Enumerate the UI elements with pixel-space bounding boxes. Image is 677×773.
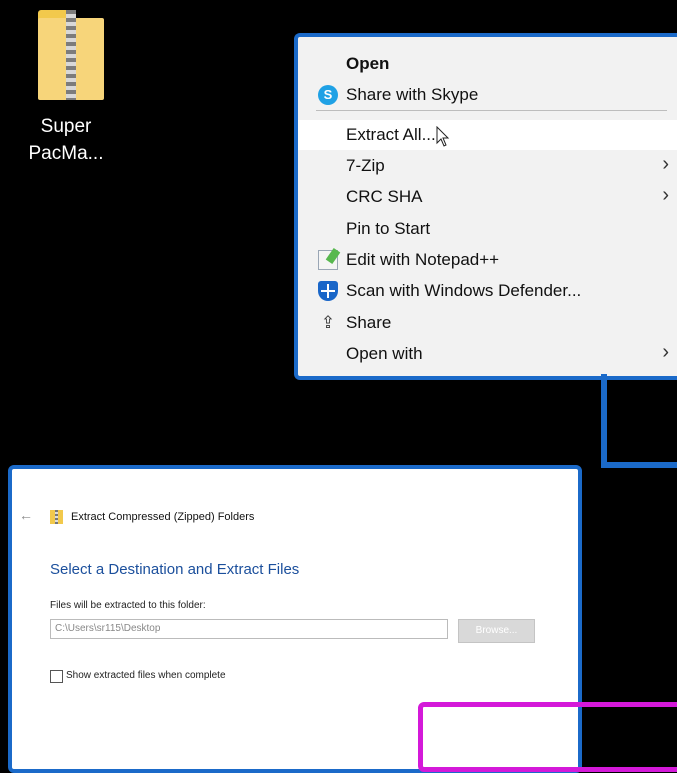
share-icon: ⇪ <box>320 313 336 332</box>
menu-item-crc-sha[interactable]: CRC SHA › <box>298 182 677 212</box>
menu-item-label: Share <box>346 313 392 332</box>
dialog-title: Extract Compressed (Zipped) Folders <box>71 511 255 523</box>
mouse-cursor-icon <box>436 126 450 147</box>
zip-folder-icon <box>28 4 104 100</box>
menu-item-label: Extract All... <box>346 125 436 144</box>
show-files-checkbox-label: Show extracted files when complete <box>66 670 226 681</box>
destination-label: Files will be extracted to this folder: <box>50 600 206 611</box>
destination-path-input[interactable]: C:\Users\sr115\Desktop <box>50 619 448 639</box>
chevron-right-icon: › <box>662 153 669 175</box>
desktop-zip-icon[interactable]: Super PacMa... <box>20 4 112 167</box>
chevron-right-icon: › <box>662 184 669 206</box>
highlight-frame <box>418 702 677 772</box>
menu-item-extract-all[interactable]: Extract All... <box>298 120 677 150</box>
menu-item-label: Scan with Windows Defender... <box>346 281 582 300</box>
back-arrow-icon[interactable]: ← <box>19 507 33 523</box>
connector-line <box>601 462 677 468</box>
menu-item-share-with-skype[interactable]: S Share with Skype <box>298 80 677 110</box>
menu-item-pin-to-start[interactable]: Pin to Start <box>298 214 677 244</box>
menu-item-label: Pin to Start <box>346 219 431 238</box>
menu-item-scan-with-defender[interactable]: Scan with Windows Defender... <box>298 276 677 306</box>
menu-item-open-with[interactable]: Open with › <box>298 339 677 369</box>
windows-defender-icon <box>318 281 338 301</box>
menu-item-label: CRC SHA <box>346 187 423 206</box>
browse-button[interactable]: Browse... <box>458 619 535 643</box>
menu-separator <box>316 110 667 111</box>
menu-item-label: Share with Skype <box>346 85 479 104</box>
menu-item-share[interactable]: ⇪ Share <box>298 308 677 338</box>
notepad-plus-plus-icon <box>318 250 338 270</box>
menu-item-7-zip[interactable]: 7-Zip › <box>298 151 677 181</box>
show-files-checkbox[interactable] <box>50 670 63 683</box>
context-menu: Open S Share with Skype Extract All... 7… <box>294 33 677 380</box>
menu-item-label: Open with <box>346 344 423 363</box>
menu-item-label: Open <box>346 54 390 73</box>
dialog-heading: Select a Destination and Extract Files <box>50 561 300 578</box>
desktop-icon-label: Super PacMa... <box>28 116 104 164</box>
connector-line <box>601 374 607 466</box>
menu-item-label: 7-Zip <box>346 156 385 175</box>
zip-folder-icon <box>50 510 63 524</box>
menu-item-edit-with-notepad[interactable]: Edit with Notepad++ <box>298 245 677 275</box>
chevron-right-icon: › <box>662 341 669 363</box>
menu-item-label: Edit with Notepad++ <box>346 250 500 269</box>
skype-icon: S <box>318 85 338 105</box>
menu-item-open[interactable]: Open <box>298 49 677 79</box>
